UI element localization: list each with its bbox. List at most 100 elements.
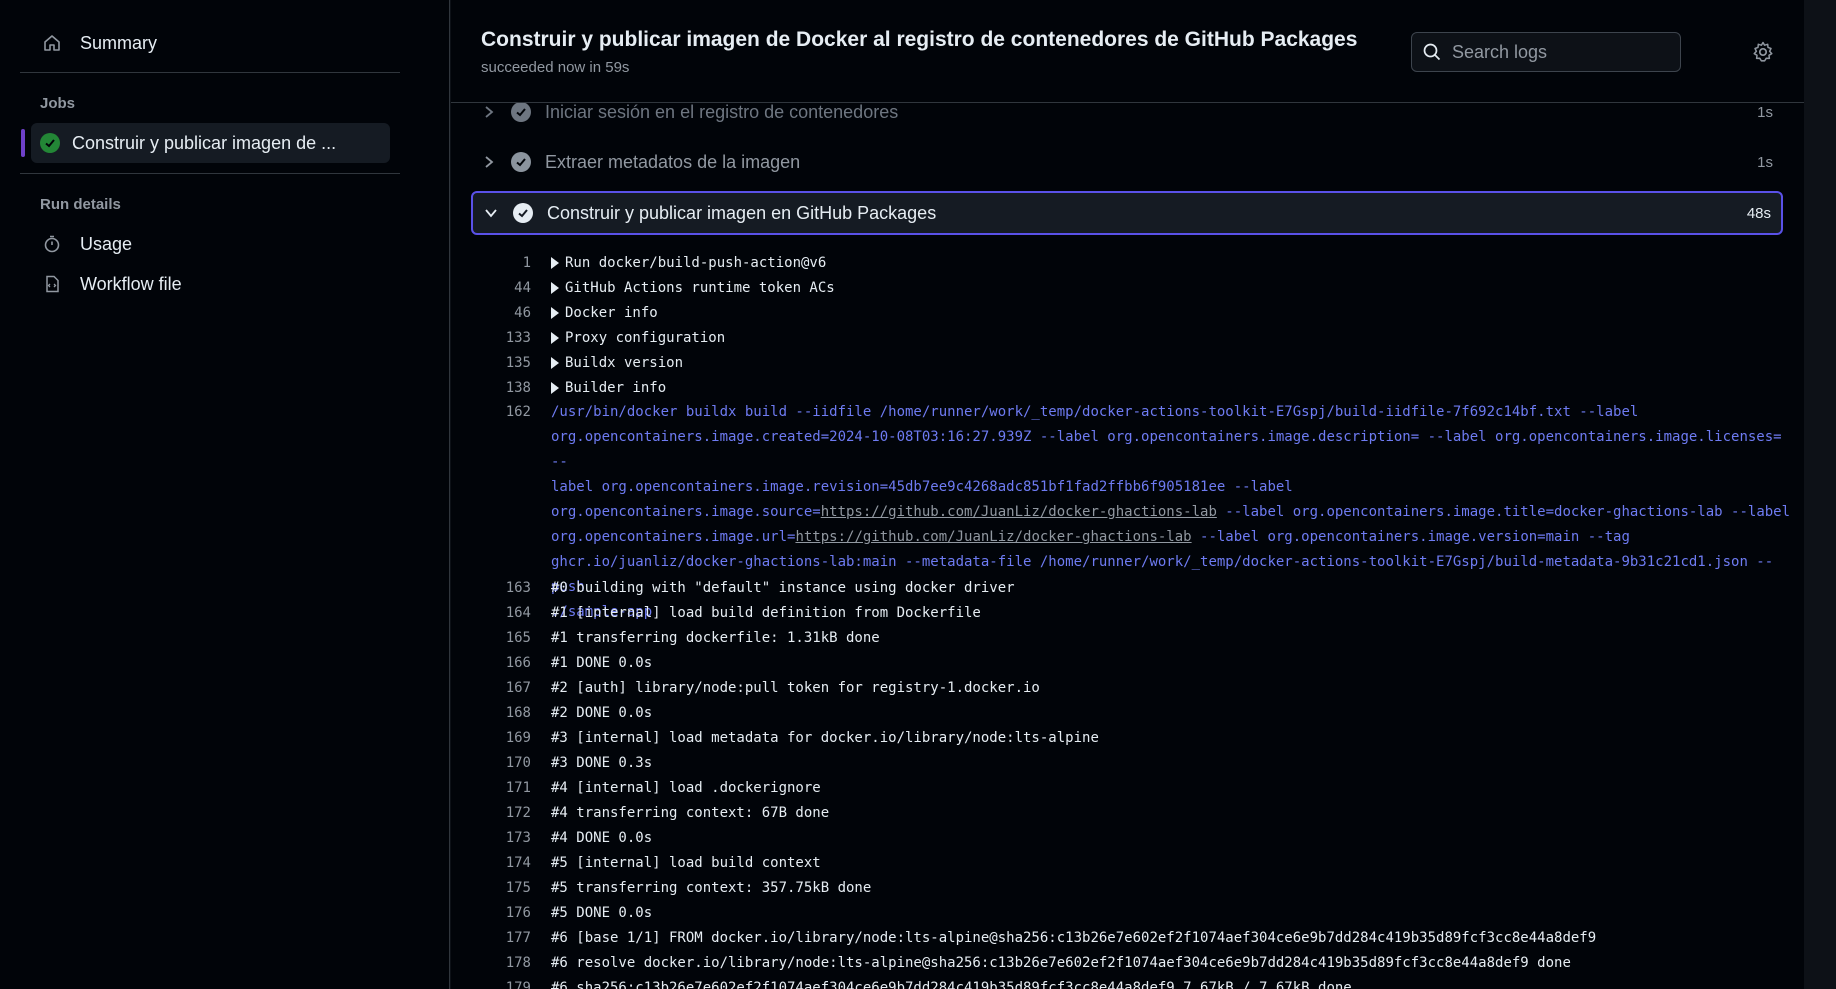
log-text: #4 transferring context: 67B done (551, 804, 830, 821)
job-header: Construir y publicar imagen de Docker al… (451, 0, 1804, 103)
step-label: Iniciar sesión en el registro de contene… (545, 101, 899, 122)
step-duration: 1s (1757, 103, 1773, 121)
divider (20, 173, 400, 174)
log-line: 167 #2 [auth] library/node:pull token for… (451, 675, 1804, 700)
log-group[interactable]: 1 Run docker/build-push-action@v6 (451, 250, 1804, 275)
log-line: 164 #1 [internal] load build definition f… (451, 600, 1804, 625)
line-number: 165 (505, 629, 531, 646)
line-number: 46 (514, 304, 531, 321)
repo-link[interactable]: https://github.com/JuanLiz/docker-ghacti… (795, 529, 1191, 545)
job-label: Construir y publicar imagen de ... (72, 132, 337, 153)
stopwatch-icon (40, 232, 64, 256)
log-text: #3 [internal] load metadata for docker.i… (551, 729, 1099, 746)
log-group[interactable]: 138 Builder info (451, 375, 1804, 400)
log-text: label org.opencontainers.image.revision=… (551, 479, 1293, 495)
repo-link[interactable]: https://github.com/JuanLiz/docker-ghacti… (821, 504, 1217, 520)
log-line: 168 #2 DONE 0.0s (451, 700, 1804, 725)
line-number: 177 (505, 929, 531, 946)
log-line: 163 #0 building with "default" instance u… (451, 575, 1804, 600)
log-text: #5 DONE 0.0s (551, 904, 653, 921)
log-line: 171 #4 [internal] load .dockerignore (451, 775, 1804, 800)
log-text: Buildx version (565, 354, 684, 371)
log-line: 173 #4 DONE 0.0s (451, 825, 1804, 850)
triangle-right-icon (551, 256, 559, 269)
step-label: Construir y publicar imagen en GitHub Pa… (547, 202, 937, 223)
log-group[interactable]: 133 Proxy configuration (451, 325, 1804, 350)
log-text: #1 [internal] load build definition from… (551, 604, 981, 621)
job-item-build[interactable]: Construir y publicar imagen de ... (21, 123, 390, 163)
sidebar: Summary Jobs Construir y publicar imagen… (0, 0, 450, 989)
log-line: 165 #1 transferring dockerfile: 1.31kB do… (451, 625, 1804, 650)
line-number: 166 (505, 654, 531, 671)
workflow-file-label: Workflow file (80, 273, 182, 294)
search-input[interactable] (1450, 40, 1686, 64)
log-text: #2 DONE 0.0s (551, 704, 653, 721)
summary-label: Summary (80, 32, 158, 53)
jobs-heading: Jobs (40, 95, 76, 112)
chevron-right-icon (481, 155, 497, 169)
chevron-right-icon (481, 105, 497, 119)
log-text: #4 [internal] load .dockerignore (551, 779, 821, 796)
active-indicator (21, 129, 25, 157)
check-circle-icon (513, 203, 533, 223)
log-text: --label org.opencontainers.image.version… (1191, 529, 1630, 545)
line-number: 171 (505, 779, 531, 796)
log-line: 169 #3 [internal] load metadata for docke… (451, 725, 1804, 750)
line-number: 133 (505, 329, 531, 346)
log-text: Builder info (565, 379, 667, 396)
line-number: 173 (505, 829, 531, 846)
line-number: 167 (505, 679, 531, 696)
check-circle-icon (511, 102, 531, 122)
log-text: #4 DONE 0.0s (551, 829, 653, 846)
log-text: #2 [auth] library/node:pull token for re… (551, 679, 1040, 696)
step-duration: 1s (1757, 153, 1773, 171)
step-extract-metadata[interactable]: Extraer metadatos de la imagen 1s (471, 140, 1783, 184)
log-text: org.opencontainers.image.created=2024-10… (551, 429, 1782, 470)
log-group[interactable]: 46 Docker info (451, 300, 1804, 325)
line-number: 168 (505, 704, 531, 721)
step-build-publish[interactable]: Construir y publicar imagen en GitHub Pa… (471, 191, 1783, 235)
workflow-file-link[interactable]: Workflow file (30, 266, 390, 302)
line-number: 176 (505, 904, 531, 921)
log-text: #5 transferring context: 357.75kB done (551, 879, 872, 896)
run-status: succeeded now in 59s (481, 59, 630, 76)
line-number: 135 (505, 354, 531, 371)
search-icon (1422, 42, 1442, 62)
log-text: #6 [base 1/1] FROM docker.io/library/nod… (551, 929, 1597, 946)
line-number: 163 (505, 579, 531, 596)
log-text: #6 resolve docker.io/library/node:lts-al… (551, 954, 1571, 971)
log-group[interactable]: 44 GitHub Actions runtime token ACs (451, 275, 1804, 300)
log-line: 177 #6 [base 1/1] FROM docker.io/library/… (451, 925, 1804, 950)
search-box[interactable] (1411, 32, 1686, 72)
log-text: #5 [internal] load build context (551, 854, 821, 871)
line-number: 1 (522, 254, 531, 271)
usage-link[interactable]: Usage (30, 226, 390, 262)
log-group[interactable]: 135 Buildx version (451, 350, 1804, 375)
run-details-heading: Run details (40, 196, 121, 213)
log-text: /usr/bin/docker buildx build --iidfile /… (551, 404, 1639, 420)
summary-link[interactable]: Summary (30, 25, 390, 61)
log-text: #1 transferring dockerfile: 1.31kB done (551, 629, 880, 646)
usage-label: Usage (80, 233, 133, 254)
line-number: 164 (505, 604, 531, 621)
log-line: 179 #6 sha256:c13b26e7e602ef2f1074aef304c… (451, 975, 1804, 989)
log-text: GitHub Actions runtime token ACs (565, 279, 835, 296)
log-text: #6 sha256:c13b26e7e602ef2f1074aef304ce6e… (551, 979, 1352, 989)
triangle-right-icon (551, 381, 559, 394)
divider (20, 72, 400, 73)
success-icon (40, 133, 60, 153)
gear-icon[interactable] (1751, 40, 1775, 64)
right-gutter (1804, 0, 1836, 989)
line-number: 178 (505, 954, 531, 971)
log-text: Run docker/build-push-action@v6 (565, 254, 827, 271)
log-text: #3 DONE 0.3s (551, 754, 653, 771)
log-line: 175 #5 transferring context: 357.75kB don… (451, 875, 1804, 900)
log-line: 176 #5 DONE 0.0s (451, 900, 1804, 925)
log-text: Proxy configuration (565, 329, 726, 346)
page-title: Construir y publicar imagen de Docker al… (481, 28, 1358, 51)
log-text: #1 DONE 0.0s (551, 654, 653, 671)
triangle-right-icon (551, 281, 559, 294)
line-number: 169 (505, 729, 531, 746)
step-duration: 48s (1746, 204, 1771, 222)
triangle-right-icon (551, 306, 559, 319)
